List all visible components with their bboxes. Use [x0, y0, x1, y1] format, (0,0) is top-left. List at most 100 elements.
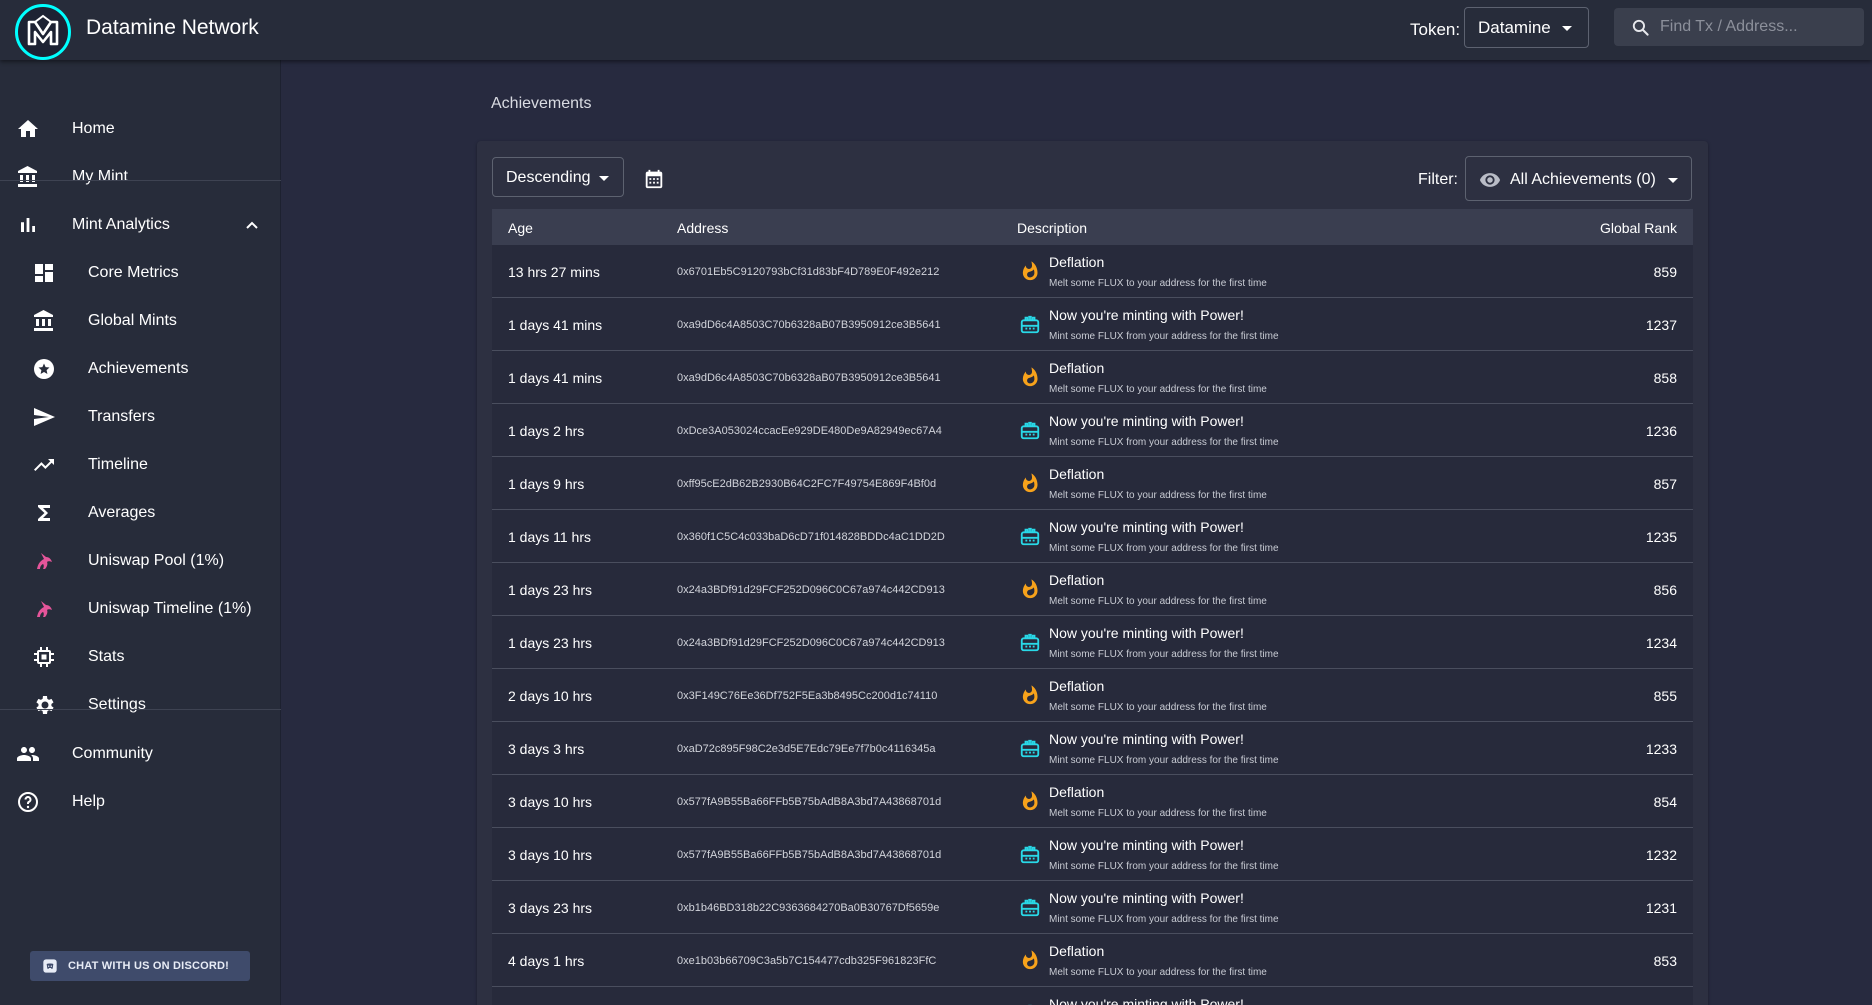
search-input[interactable] [1660, 14, 1855, 40]
sidebar-item-uniswap-pool[interactable]: Uniswap Pool (1%) [0, 539, 281, 583]
row-achievement-description: Melt some FLUX to your address for the f… [1049, 490, 1267, 501]
sidebar-item-label: Community [72, 745, 153, 762]
send-icon [32, 405, 56, 429]
sidebar-item-timeline[interactable]: Timeline [0, 443, 281, 487]
row-address-link[interactable]: 0xff95cE2dB62B2930B64C2FC7F49754E869F4Bf… [677, 478, 936, 490]
table-row[interactable]: 3 days 3 hrs 0xaD72c895F98C2e3d5E7Edc79Ee… [492, 722, 1693, 775]
sidebar-item-my-mint[interactable]: My Mint [0, 155, 281, 199]
sidebar-item-home[interactable]: Home [0, 107, 281, 151]
row-achievement-title: Now you're minting with Power! [1049, 519, 1244, 535]
row-address-link[interactable]: 0x577fA9B55Ba66FFb5B75bAdB8A3bd7A4386870… [677, 796, 941, 808]
row-address-link[interactable]: 0x577fA9B55Ba66FFb5B75bAdB8A3bd7A4386870… [677, 849, 941, 861]
sidebar-divider [0, 180, 281, 181]
sidebar-item-community[interactable]: Community [0, 732, 281, 776]
table-row[interactable]: 1 days 9 hrs 0xff95cE2dB62B2930B64C2FC7F4… [492, 457, 1693, 510]
row-age: 3 days 23 hrs [508, 900, 593, 916]
row-achievement-title: Deflation [1049, 943, 1105, 959]
sidebar-item-label: Uniswap Timeline (1%) [88, 600, 252, 617]
row-achievement-description: Melt some FLUX to your address for the f… [1049, 384, 1267, 395]
token-label: Token: [1410, 20, 1461, 39]
row-age: 3 days 3 hrs [508, 741, 585, 757]
search-box[interactable] [1614, 8, 1864, 46]
power-mint-icon [1019, 843, 1041, 865]
row-age: 1 days 41 mins [508, 370, 603, 386]
table-row[interactable]: Now you're minting with Power! [492, 987, 1693, 1005]
sort-order-select[interactable]: Descending [492, 157, 624, 197]
table-row[interactable]: 13 hrs 27 mins 0x6701Eb5C9120793bCf31d83b… [492, 245, 1693, 298]
row-age: 1 days 23 hrs [508, 582, 593, 598]
row-achievement-description: Melt some FLUX to your address for the f… [1049, 967, 1267, 978]
sidebar-item-transfers[interactable]: Transfers [0, 395, 281, 439]
row-global-rank: 853 [1653, 953, 1677, 969]
achievement-filter-select[interactable]: All Achievements (0) [1465, 156, 1692, 201]
table-row[interactable]: 3 days 23 hrs 0xb1b46BD318b22C9363684270B… [492, 881, 1693, 934]
trending-up-icon [32, 453, 56, 477]
row-global-rank: 856 [1653, 582, 1677, 598]
table-row[interactable]: 1 days 11 hrs 0x360f1C5C4c033baD6cD71f014… [492, 510, 1693, 563]
sidebar-item-mint-analytics[interactable]: Mint Analytics [0, 203, 281, 247]
row-achievement-title: Now you're minting with Power! [1049, 413, 1244, 429]
sidebar: Home My Mint Mint Analytics Core Metrics… [0, 60, 281, 1005]
power-mint-icon [1019, 737, 1041, 759]
filter-label: Filter: [1418, 171, 1458, 188]
row-address-link[interactable]: 0x360f1C5C4c033baD6cD71f014828BDDc4aC1DD… [677, 531, 945, 543]
table-row[interactable]: 1 days 41 mins 0xa9dD6c4A8503C70b6328aB07… [492, 351, 1693, 404]
table-row[interactable]: 3 days 10 hrs 0x577fA9B55Ba66FFb5B75bAdB8… [492, 828, 1693, 881]
chip-icon [32, 645, 56, 669]
row-address-link[interactable]: 0xe1b03b66709C3a5b7C154477cdb325F961823F… [677, 955, 936, 967]
datamine-logo-icon[interactable] [15, 4, 71, 60]
column-header-description[interactable]: Description [1017, 220, 1087, 236]
row-address-link[interactable]: 0xb1b46BD318b22C9363684270Ba0B30767Df565… [677, 902, 939, 914]
table-body: 13 hrs 27 mins 0x6701Eb5C9120793bCf31d83b… [492, 245, 1693, 1005]
row-age: 3 days 10 hrs [508, 794, 593, 810]
row-address-link[interactable]: 0x24a3BDf91d29FCF252D096C0C67a974c442CD9… [677, 637, 945, 649]
sidebar-item-settings[interactable]: Settings [0, 683, 281, 727]
achievements-table: Age Address Description Global Rank 13 h… [492, 209, 1693, 1005]
row-address-link[interactable]: 0xaD72c895F98C2e3d5E7Edc79Ee7f7b0c411634… [677, 743, 936, 755]
sidebar-item-global-mints[interactable]: Global Mints [0, 299, 281, 343]
bar-chart-icon [16, 213, 40, 237]
sidebar-item-uniswap-timeline[interactable]: Uniswap Timeline (1%) [0, 587, 281, 631]
row-address-link[interactable]: 0xa9dD6c4A8503C70b6328aB07B3950912ce3B56… [677, 319, 941, 331]
sidebar-item-label: My Mint [72, 168, 128, 185]
row-address-link[interactable]: 0x6701Eb5C9120793bCf31d83bF4D789E0F492e2… [677, 266, 939, 278]
table-row[interactable]: 1 days 23 hrs 0x24a3BDf91d29FCF252D096C0C… [492, 616, 1693, 669]
row-global-rank: 1233 [1645, 741, 1677, 757]
filter-select-value: All Achievements (0) [1510, 171, 1656, 188]
row-achievement-title: Now you're minting with Power! [1049, 837, 1244, 853]
sidebar-item-label: Averages [88, 504, 156, 521]
table-row[interactable]: 4 days 1 hrs 0xe1b03b66709C3a5b7C154477cd… [492, 934, 1693, 987]
row-age: 3 days 10 hrs [508, 847, 593, 863]
sidebar-item-help[interactable]: Help [0, 780, 281, 824]
app-title[interactable]: Datamine Network [86, 16, 259, 40]
row-global-rank: 859 [1653, 264, 1677, 280]
table-row[interactable]: 2 days 10 hrs 0x3F149C76Ee36Df752F5Ea3b84… [492, 669, 1693, 722]
column-header-global-rank[interactable]: Global Rank [1600, 220, 1677, 236]
row-achievement-description: Melt some FLUX to your address for the f… [1049, 808, 1267, 819]
chevron-up-icon[interactable] [244, 217, 260, 233]
row-global-rank: 857 [1653, 476, 1677, 492]
column-header-address[interactable]: Address [677, 220, 728, 236]
table-row[interactable]: 1 days 41 mins 0xa9dD6c4A8503C70b6328aB07… [492, 298, 1693, 351]
row-address-link[interactable]: 0xDce3A053024ccacEe929DE480De9A82949ec67… [677, 425, 942, 437]
row-address-link[interactable]: 0x3F149C76Ee36Df752F5Ea3b8495Cc200d1c741… [677, 690, 937, 702]
sidebar-item-averages[interactable]: Averages [0, 491, 281, 535]
calendar-icon[interactable] [643, 168, 665, 190]
row-achievement-title: Now you're minting with Power! [1049, 625, 1244, 641]
table-row[interactable]: 3 days 10 hrs 0x577fA9B55Ba66FFb5B75bAdB8… [492, 775, 1693, 828]
sidebar-item-stats[interactable]: Stats [0, 635, 281, 679]
row-address-link[interactable]: 0x24a3BDf91d29FCF252D096C0C67a974c442CD9… [677, 584, 945, 596]
token-select[interactable]: Datamine [1464, 7, 1589, 48]
table-row[interactable]: 1 days 23 hrs 0x24a3BDf91d29FCF252D096C0C… [492, 563, 1693, 616]
discord-chat-button[interactable]: CHAT WITH US ON DISCORD! [30, 951, 250, 981]
row-achievement-description: Mint some FLUX from your address for the… [1049, 914, 1279, 925]
table-row[interactable]: 1 days 2 hrs 0xDce3A053024ccacEe929DE480D… [492, 404, 1693, 457]
column-header-age[interactable]: Age [508, 220, 533, 236]
row-address-link[interactable]: 0xa9dD6c4A8503C70b6328aB07B3950912ce3B56… [677, 372, 941, 384]
row-achievement-title: Deflation [1049, 466, 1105, 482]
row-achievement-title: Deflation [1049, 254, 1105, 270]
sidebar-item-core-metrics[interactable]: Core Metrics [0, 251, 281, 295]
row-age: 1 days 9 hrs [508, 476, 585, 492]
row-achievement-title: Now you're minting with Power! [1049, 307, 1244, 323]
sidebar-item-achievements[interactable]: Achievements [0, 347, 281, 391]
